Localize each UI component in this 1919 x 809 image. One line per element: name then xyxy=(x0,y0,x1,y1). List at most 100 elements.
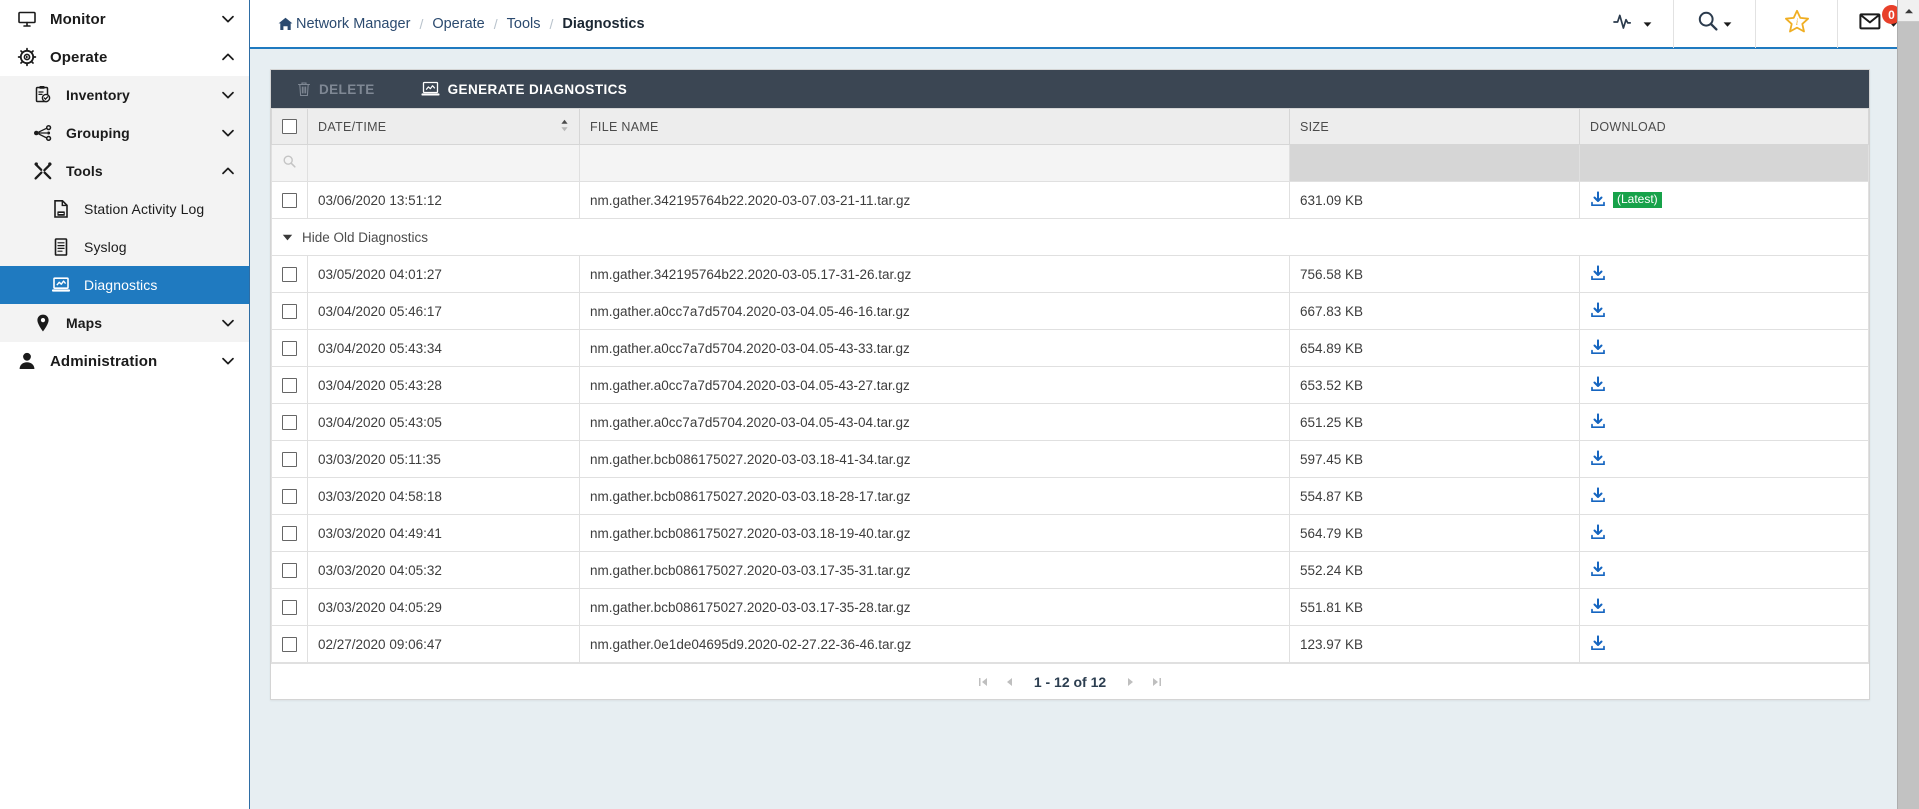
cell-download[interactable] xyxy=(1579,551,1869,589)
row-checkbox[interactable] xyxy=(282,636,297,652)
row-checkbox[interactable] xyxy=(282,599,297,615)
filter-input-datetime[interactable] xyxy=(307,144,580,182)
table-row[interactable]: 03/04/2020 05:43:05 nm.gather.a0cc7a7d570… xyxy=(271,403,1869,441)
sidebar-item-station-activity-log[interactable]: Station Activity Log xyxy=(0,190,249,228)
sidebar-item-grouping[interactable]: Grouping xyxy=(0,114,249,152)
table-row[interactable]: 03/03/2020 04:05:32 nm.gather.bcb08617502… xyxy=(271,551,1869,589)
search-icon[interactable] xyxy=(283,155,296,171)
download-icon[interactable] xyxy=(1590,375,1606,395)
star-info-menu-button[interactable]: i xyxy=(1755,0,1837,48)
sidebar-item-operate[interactable]: Operate xyxy=(0,38,249,76)
chevron-down-icon[interactable] xyxy=(221,12,235,26)
row-select-cell[interactable] xyxy=(271,181,308,219)
download-icon[interactable] xyxy=(1590,412,1606,432)
row-select-cell[interactable] xyxy=(271,551,308,589)
table-row[interactable]: 03/03/2020 04:58:18 nm.gather.bcb08617502… xyxy=(271,477,1869,515)
download-icon[interactable] xyxy=(1590,264,1606,284)
next-page-icon[interactable] xyxy=(1118,669,1144,695)
sidebar-item-diagnostics[interactable]: Diagnostics xyxy=(0,266,249,304)
download-icon[interactable] xyxy=(1590,560,1606,580)
chevron-down-icon[interactable] xyxy=(221,126,235,140)
cell-download[interactable] xyxy=(1579,329,1869,367)
chevron-down-icon[interactable] xyxy=(221,316,235,330)
row-checkbox[interactable] xyxy=(282,377,297,393)
cell-download[interactable] xyxy=(1579,440,1869,478)
sidebar-item-inventory[interactable]: Inventory xyxy=(0,76,249,114)
group-toggle-cell[interactable]: Hide Old Diagnostics xyxy=(271,218,1869,256)
sidebar-item-tools[interactable]: Tools xyxy=(0,152,249,190)
chevron-up-icon[interactable] xyxy=(221,50,235,64)
vertical-scrollbar[interactable] xyxy=(1897,0,1919,809)
row-select-cell[interactable] xyxy=(271,477,308,515)
download-icon[interactable] xyxy=(1590,634,1606,654)
table-row[interactable]: 02/27/2020 09:06:47 nm.gather.0e1de04695d… xyxy=(271,625,1869,663)
first-page-icon[interactable] xyxy=(970,669,996,695)
row-checkbox[interactable] xyxy=(282,303,297,319)
table-row[interactable]: 03/03/2020 04:49:41 nm.gather.bcb08617502… xyxy=(271,514,1869,552)
cell-download[interactable] xyxy=(1579,588,1869,626)
last-page-icon[interactable] xyxy=(1144,669,1170,695)
download-icon[interactable] xyxy=(1590,449,1606,469)
row-checkbox[interactable] xyxy=(282,414,297,430)
cell-download[interactable] xyxy=(1579,625,1869,663)
column-header-download[interactable]: DOWNLOAD xyxy=(1579,108,1869,145)
column-header-size[interactable]: SIZE xyxy=(1289,108,1580,145)
row-select-cell[interactable] xyxy=(271,440,308,478)
download-icon[interactable] xyxy=(1590,597,1606,617)
generate-diagnostics-button[interactable]: GENERATE DIAGNOSTICS xyxy=(407,70,642,108)
delete-button[interactable]: DELETE xyxy=(283,70,389,108)
select-all-checkbox[interactable] xyxy=(282,119,297,135)
cell-download[interactable] xyxy=(1579,514,1869,552)
row-select-cell[interactable] xyxy=(271,255,308,293)
filter-input-filename[interactable] xyxy=(579,144,1290,182)
table-row[interactable]: 03/03/2020 04:05:29 nm.gather.bcb08617502… xyxy=(271,588,1869,626)
sidebar-item-administration[interactable]: Administration xyxy=(0,342,249,380)
column-header-datetime[interactable]: DATE/TIME xyxy=(307,108,580,145)
sidebar-item-syslog[interactable]: Syslog xyxy=(0,228,249,266)
caret-down-icon[interactable] xyxy=(282,233,293,242)
download-icon[interactable] xyxy=(1590,301,1606,321)
row-select-cell[interactable] xyxy=(271,292,308,330)
filter-search-cell[interactable] xyxy=(271,144,308,182)
breadcrumb-item-tools[interactable]: Tools xyxy=(507,16,541,32)
sidebar-item-maps[interactable]: Maps xyxy=(0,304,249,342)
sort-indicator-icon[interactable] xyxy=(560,118,569,135)
table-row[interactable]: 03/06/2020 13:51:12 nm.gather.342195764b2… xyxy=(271,181,1869,219)
breadcrumb-item-network-manager[interactable]: Network Manager xyxy=(278,16,410,32)
row-checkbox[interactable] xyxy=(282,488,297,504)
cell-download[interactable]: (Latest) xyxy=(1579,181,1869,219)
cell-download[interactable] xyxy=(1579,292,1869,330)
table-row[interactable]: 03/03/2020 05:11:35 nm.gather.bcb08617502… xyxy=(271,440,1869,478)
column-header-filename[interactable]: FILE NAME xyxy=(579,108,1290,145)
scroll-up-icon[interactable] xyxy=(1898,0,1919,22)
row-checkbox[interactable] xyxy=(282,192,297,208)
chevron-down-icon[interactable] xyxy=(221,88,235,102)
breadcrumb-item-operate[interactable]: Operate xyxy=(432,16,484,32)
download-icon[interactable] xyxy=(1590,338,1606,358)
row-checkbox[interactable] xyxy=(282,562,297,578)
cell-download[interactable] xyxy=(1579,255,1869,293)
pulse-menu-button[interactable] xyxy=(1591,0,1673,48)
table-row[interactable]: 03/05/2020 04:01:27 nm.gather.342195764b2… xyxy=(271,255,1869,293)
sidebar-item-monitor[interactable]: Monitor xyxy=(0,0,249,38)
row-select-cell[interactable] xyxy=(271,403,308,441)
table-row[interactable]: 03/04/2020 05:46:17 nm.gather.a0cc7a7d570… xyxy=(271,292,1869,330)
download-icon[interactable] xyxy=(1590,190,1606,210)
row-select-cell[interactable] xyxy=(271,514,308,552)
row-select-cell[interactable] xyxy=(271,625,308,663)
group-toggle-row[interactable]: Hide Old Diagnostics xyxy=(271,218,1869,256)
row-checkbox[interactable] xyxy=(282,451,297,467)
table-row[interactable]: 03/04/2020 05:43:28 nm.gather.a0cc7a7d570… xyxy=(271,366,1869,404)
search-menu-button[interactable] xyxy=(1673,0,1755,48)
row-select-cell[interactable] xyxy=(271,329,308,367)
download-icon[interactable] xyxy=(1590,486,1606,506)
chevron-down-icon[interactable] xyxy=(221,354,235,368)
download-icon[interactable] xyxy=(1590,523,1606,543)
prev-page-icon[interactable] xyxy=(996,669,1022,695)
row-checkbox[interactable] xyxy=(282,340,297,356)
table-row[interactable]: 03/04/2020 05:43:34 nm.gather.a0cc7a7d570… xyxy=(271,329,1869,367)
row-checkbox[interactable] xyxy=(282,525,297,541)
cell-download[interactable] xyxy=(1579,403,1869,441)
cell-download[interactable] xyxy=(1579,366,1869,404)
row-checkbox[interactable] xyxy=(282,266,297,282)
